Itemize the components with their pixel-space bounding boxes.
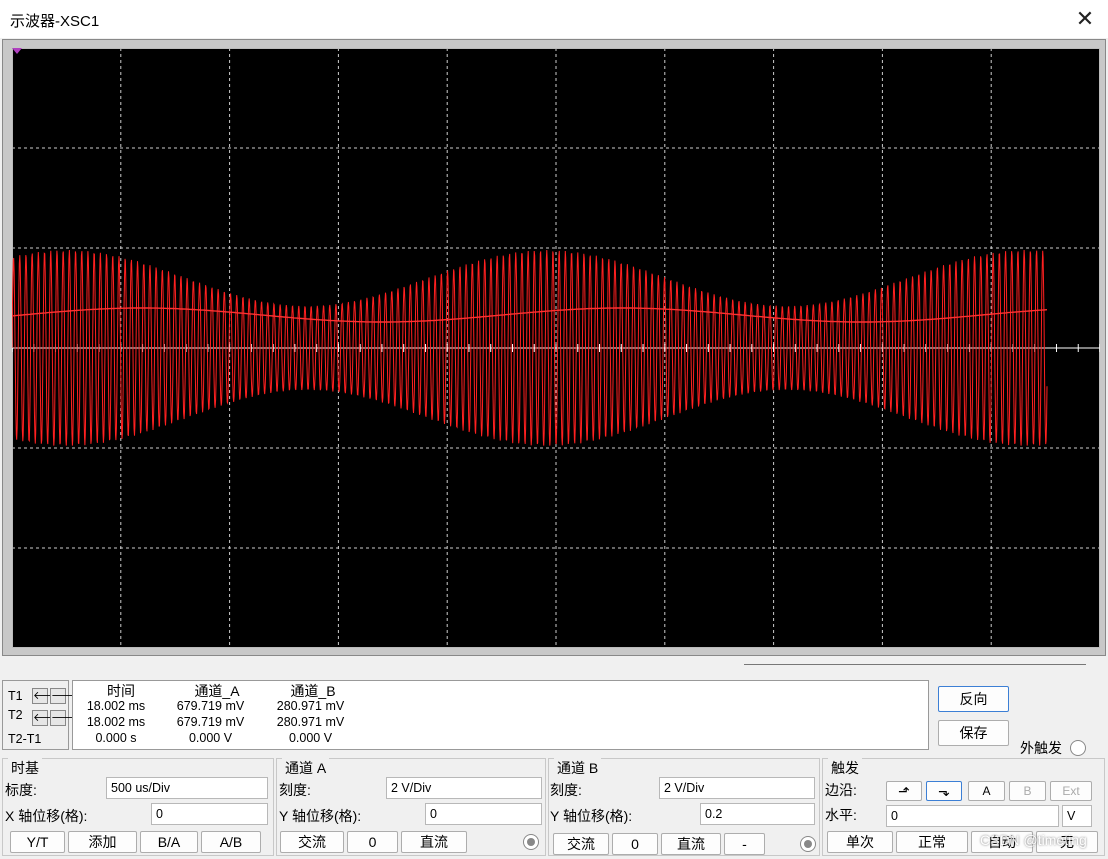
trigger-source-b-button[interactable]: B [1009,781,1046,801]
channel-a-zero-button[interactable]: 0 [347,831,398,853]
row3-channel-a: 0.000 V [188,731,233,745]
scope-screen-frame [2,39,1106,656]
row1-time: 18.002 ms [86,699,146,713]
t2-label: T2 [8,708,23,722]
t2t1-label: T2-T1 [8,732,42,746]
reverse-button[interactable]: 反向 [938,686,1009,712]
channel-b-dc-button[interactable]: 直流 [661,833,721,855]
scope-display [12,48,1100,648]
add-button[interactable]: 添加 [68,831,137,853]
x-position-field[interactable]: 0 [151,803,268,825]
channel-a-terminal[interactable] [523,834,539,850]
channel-b-scale-label: 刻度: [550,782,582,798]
channel-a-scale-label: 刻度: [279,782,311,798]
t2-right-arrow-icon[interactable]: 🡒 [50,710,81,726]
normal-button[interactable]: 正常 [896,831,968,853]
level-label: 水平: [825,807,857,823]
watermark: CSDN @timeting [980,832,1087,848]
trigger-level-field[interactable]: 0 [886,805,1059,827]
t1-right-arrow-icon[interactable]: 🡒 [50,688,81,704]
channel-a-ypos-label: Y 轴位移(格): [279,808,362,824]
cursor-t1-marker [12,48,22,54]
channel-b-title: 通道 B [554,758,602,778]
timebase-scale-label: 标度: [5,782,37,798]
ab-button[interactable]: A/B [201,831,261,853]
t2-left-arrow-icon[interactable]: 🡐 [32,710,63,726]
trigger-title: 触发 [828,758,862,778]
cursor-control-box: T1 🡐 🡒 T2 🡐 🡒 T2-T1 [2,680,81,750]
measurement-readout: 时间 通道_A 通道_B 18.002 ms 679.719 mV 280.97… [72,680,929,750]
channel-b-terminal[interactable] [800,836,816,852]
channel-b-ac-button[interactable]: 交流 [553,833,609,855]
channel-b-scale-field[interactable]: 2 V/Div [659,777,815,799]
scope-screen[interactable] [12,48,1100,648]
ext-trigger-terminal[interactable] [1070,740,1086,756]
timebase-scale-field[interactable]: 500 us/Div [106,777,268,799]
x-position-label: X 轴位移(格): [5,808,88,824]
channel-b-ypos-label: Y 轴位移(格): [550,808,633,824]
trigger-source-ext-button[interactable]: Ext [1050,781,1092,801]
row1-channel-b: 280.971 mV [276,699,345,713]
edge-label: 边沿: [825,782,857,798]
header-time: 时间 [107,683,135,699]
window-title: 示波器-XSC1 [10,13,100,30]
row1-channel-a: 679.719 mV [176,699,245,713]
title-bar: 示波器-XSC1 ✕ [0,0,1108,38]
yt-button[interactable]: Y/T [10,831,65,853]
channel-a-dc-button[interactable]: 直流 [401,831,467,853]
row3-channel-b: 0.000 V [288,731,333,745]
trigger-source-a-button[interactable]: A [968,781,1005,801]
row2-channel-a: 679.719 mV [176,715,245,729]
t1-label: T1 [8,689,23,703]
save-button[interactable]: 保存 [938,720,1009,746]
channel-a-scale-field[interactable]: 2 V/Div [386,777,542,799]
ba-button[interactable]: B/A [140,831,198,853]
row2-channel-b: 280.971 mV [276,715,345,729]
ext-trigger-label: 外触发 [1020,740,1062,756]
channel-a-title: 通道 A [282,758,330,778]
channel-a-ypos-field[interactable]: 0 [425,803,542,825]
channel-b-zero-button[interactable]: 0 [612,833,658,855]
header-channel-b: 通道_B [290,683,336,699]
single-button[interactable]: 单次 [827,831,893,853]
falling-edge-icon[interactable]: ⬎ [926,781,962,801]
row2-time: 18.002 ms [86,715,146,729]
timebase-title: 时基 [8,758,42,778]
header-channel-a: 通道_A [194,683,240,699]
trigger-level-unit: V [1062,805,1092,827]
rising-edge-icon[interactable]: ⬏ [886,781,922,801]
channel-b-minus-button[interactable]: - [724,833,765,855]
channel-b-ypos-field[interactable]: 0.2 [700,803,815,825]
close-icon[interactable]: ✕ [1062,0,1108,38]
divider [744,664,1086,665]
channel-a-ac-button[interactable]: 交流 [280,831,344,853]
row3-time: 0.000 s [95,731,137,745]
t1-left-arrow-icon[interactable]: 🡐 [32,688,63,704]
